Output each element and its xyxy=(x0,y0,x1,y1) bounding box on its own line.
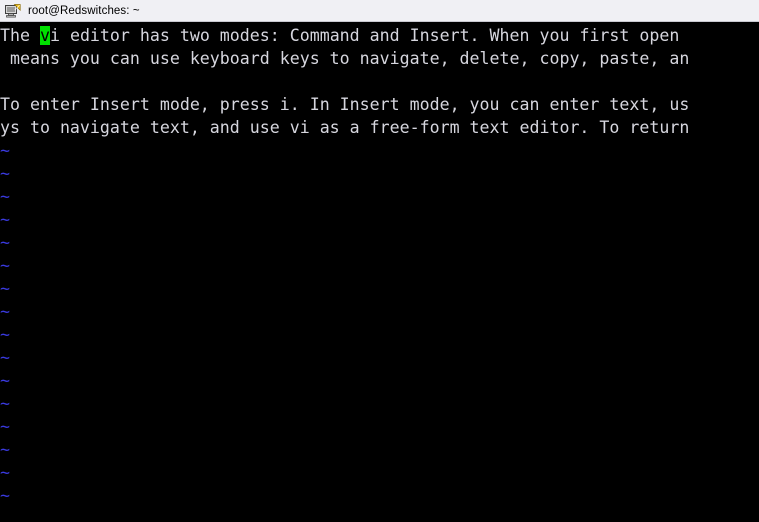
terminal-line xyxy=(0,70,759,93)
tilde-marker: ~ xyxy=(0,141,10,160)
terminal-line: ys to navigate text, and use vi as a fre… xyxy=(0,116,759,139)
putty-window: root@Redswitches: ~ The vi editor has tw… xyxy=(0,0,759,522)
terminal-buffer: The vi editor has two modes: Command and… xyxy=(0,24,759,507)
terminal-empty-line-marker: ~ xyxy=(0,300,759,323)
terminal-empty-line-marker: ~ xyxy=(0,162,759,185)
terminal-empty-line-marker: ~ xyxy=(0,139,759,162)
terminal-empty-line-marker: ~ xyxy=(0,254,759,277)
terminal-empty-line-marker: ~ xyxy=(0,277,759,300)
tilde-marker: ~ xyxy=(0,371,10,390)
terminal-empty-line-marker: ~ xyxy=(0,231,759,254)
terminal-empty-line-marker: ~ xyxy=(0,208,759,231)
terminal-empty-line-marker: ~ xyxy=(0,438,759,461)
tilde-marker: ~ xyxy=(0,187,10,206)
terminal-line: The vi editor has two modes: Command and… xyxy=(0,24,759,47)
tilde-marker: ~ xyxy=(0,164,10,183)
tilde-marker: ~ xyxy=(0,417,10,436)
tilde-marker: ~ xyxy=(0,210,10,229)
tilde-marker: ~ xyxy=(0,256,10,275)
tilde-marker: ~ xyxy=(0,279,10,298)
terminal-line: means you can use keyboard keys to navig… xyxy=(0,47,759,70)
tilde-marker: ~ xyxy=(0,394,10,413)
terminal-empty-line-marker: ~ xyxy=(0,346,759,369)
tilde-marker: ~ xyxy=(0,463,10,482)
window-titlebar[interactable]: root@Redswitches: ~ xyxy=(0,0,759,22)
terminal-empty-line-marker: ~ xyxy=(0,185,759,208)
window-title-text: root@Redswitches: ~ xyxy=(28,4,140,17)
putty-terminal-icon xyxy=(5,3,21,17)
terminal-empty-line-marker: ~ xyxy=(0,415,759,438)
terminal-empty-line-marker: ~ xyxy=(0,461,759,484)
tilde-marker: ~ xyxy=(0,440,10,459)
terminal-text: means you can use keyboard keys to navig… xyxy=(0,49,690,68)
terminal-text: The xyxy=(0,26,40,45)
terminal-text: To enter Insert mode, press i. In Insert… xyxy=(0,95,690,114)
tilde-marker: ~ xyxy=(0,486,10,505)
terminal-empty-line-marker: ~ xyxy=(0,392,759,415)
terminal-line: To enter Insert mode, press i. In Insert… xyxy=(0,93,759,116)
tilde-marker: ~ xyxy=(0,348,10,367)
terminal-empty-line-marker: ~ xyxy=(0,369,759,392)
tilde-marker: ~ xyxy=(0,233,10,252)
terminal-screen[interactable]: The vi editor has two modes: Command and… xyxy=(0,22,759,522)
terminal-empty-line-marker: ~ xyxy=(0,484,759,507)
tilde-marker: ~ xyxy=(0,325,10,344)
terminal-text: i editor has two modes: Command and Inse… xyxy=(49,26,690,45)
terminal-text: ys to navigate text, and use vi as a fre… xyxy=(0,118,690,137)
terminal-cursor[interactable]: v xyxy=(39,26,50,45)
terminal-empty-line-marker: ~ xyxy=(0,323,759,346)
tilde-marker: ~ xyxy=(0,302,10,321)
